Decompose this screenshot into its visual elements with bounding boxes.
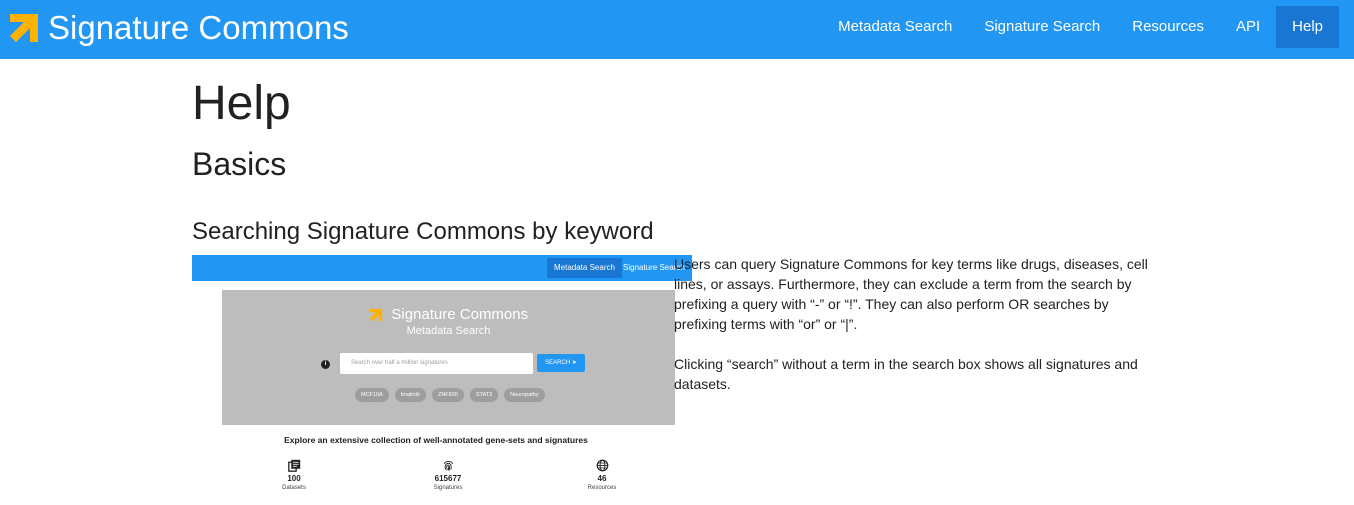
stat-label: Signatures [433, 485, 463, 491]
nav-help[interactable]: Help [1276, 6, 1339, 48]
stat-label: Resources [587, 485, 617, 491]
fingerprint-icon [443, 460, 453, 471]
nav-api[interactable]: API [1220, 6, 1276, 48]
stat-label: Datasets [282, 485, 306, 491]
stat-value: 100 [287, 474, 301, 483]
screenshot-chip: MCF10A [355, 388, 389, 402]
help-paragraph: Clicking “search” without a term in the … [674, 356, 1138, 392]
screenshot-chip: STAT3 [469, 388, 499, 402]
help-paragraph: Users can query Signature Commons for ke… [674, 256, 1148, 332]
screenshot-stat-signatures: 615677 Signatures [418, 459, 478, 492]
globe-icon [596, 459, 608, 472]
info-icon: i [321, 360, 330, 369]
nav-metadata-search[interactable]: Metadata Search [822, 6, 968, 48]
screenshot-stat-resources: 46 Resources [572, 459, 632, 492]
nav-resources[interactable]: Resources [1116, 6, 1220, 48]
screenshot-explore-text: Explore an extensive collection of well-… [284, 435, 588, 445]
screenshot-subtitle: Metadata Search [406, 325, 491, 337]
screenshot-stat-datasets: 100 Datasets [264, 459, 324, 492]
stat-value: 615677 [434, 474, 462, 483]
screenshot-brand-row: Signature Commons [222, 306, 675, 324]
screenshot-nav-metadata: Metadata Search [547, 258, 622, 278]
screenshot-chip: Imatinib [394, 388, 426, 402]
subsection-title: Searching Signature Commons by keyword [192, 218, 654, 245]
nav-links: Metadata Search Signature Search Resourc… [822, 6, 1339, 48]
screenshot-navbar: Metadata Search Signature Search [192, 255, 692, 281]
nav-signature-search[interactable]: Signature Search [968, 6, 1116, 48]
page-title: Help [192, 77, 291, 130]
screenshot-chip: Neuropathy [504, 388, 545, 402]
screenshot-search-box: Search over half a million signatures [340, 353, 533, 374]
top-navbar: Signature Commons Metadata Search Signat… [0, 0, 1354, 59]
screenshot-chips: MCF10A Imatinib ZNF830 STAT3 Neuropathy [355, 388, 551, 402]
help-screenshot-image: Metadata Search Signature Search Signatu… [192, 255, 692, 500]
help-description: Users can query Signature Commons for ke… [674, 254, 1149, 414]
section-title: Basics [192, 146, 287, 182]
screenshot-hero: Signature Commons Metadata Search i Sear… [222, 290, 675, 425]
library-icon [287, 459, 300, 472]
screenshot-search-button: SEARCH ➤ [537, 354, 585, 372]
brand-name: Signature Commons [48, 9, 349, 46]
arrow-up-right-icon [369, 308, 383, 321]
stat-value: 46 [597, 474, 607, 483]
brand-link[interactable]: Signature Commons [8, 6, 349, 50]
screenshot-brand: Signature Commons [391, 306, 529, 324]
screenshot-chip: ZNF830 [431, 388, 464, 402]
screenshot-search-placeholder: Search over half a million signatures [351, 360, 448, 366]
arrow-up-right-icon [10, 14, 38, 42]
